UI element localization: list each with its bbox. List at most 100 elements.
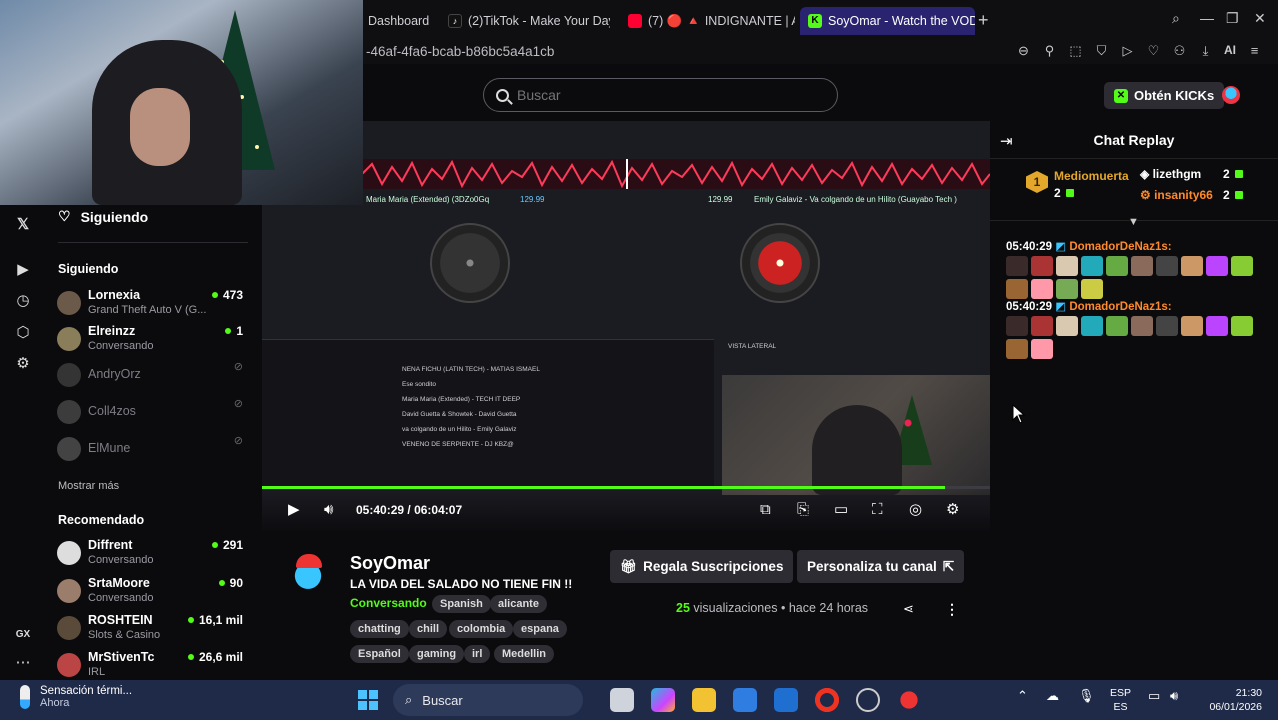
video-player[interactable]: Maria Maria (Extended) (3DZo0Gq 129.99 1…: [262, 121, 990, 531]
gifter-name[interactable]: ⚙ insanity66: [1140, 188, 1213, 202]
close-window-icon[interactable]: ✕: [1254, 10, 1266, 27]
tag-chip[interactable]: Español: [350, 645, 409, 663]
maximize-icon[interactable]: ❐: [1226, 10, 1239, 27]
gx-icon[interactable]: GX: [14, 626, 32, 644]
customize-channel-button[interactable]: Personaliza tu canal ⇱: [797, 550, 965, 583]
windows-taskbar: Sensación térmi... Ahora ⌕ Buscar ⌃ ☁ 🎙︎…: [0, 680, 1278, 720]
tab-tiktok[interactable]: ♪ (2)TikTok - Make Your Day: [440, 7, 610, 35]
viewer-count: 90: [218, 576, 243, 590]
message-username[interactable]: DomadorDeNaz1s:: [1069, 241, 1171, 253]
show-more-link[interactable]: Mostrar más: [58, 480, 119, 492]
tag-chip[interactable]: colombia: [449, 620, 514, 638]
share-icon[interactable]: ⋖: [903, 601, 914, 617]
pip-icon[interactable]: ⧉: [760, 501, 771, 519]
theater-mode-icon[interactable]: ▭: [834, 501, 848, 519]
tab-youtube[interactable]: (7) 🔴 🔺 INDIGNANTE | A: [620, 7, 795, 35]
sidebar-channel-andryorz[interactable]: AndryOrz ⊘: [57, 360, 247, 392]
tag-chip[interactable]: Spanish: [432, 595, 491, 613]
clock[interactable]: 21:30 06/01/2026: [1200, 686, 1262, 714]
heart-icon[interactable]: ♡: [1146, 43, 1161, 58]
tag-chip[interactable]: Medellin: [494, 645, 555, 663]
play-icon[interactable]: ▶: [288, 501, 300, 519]
sidebar-channel-elreinzz[interactable]: Elreinzz Conversando 1: [57, 324, 247, 356]
streamer-avatar[interactable]: [290, 554, 326, 592]
app-icon[interactable]: [856, 688, 880, 712]
stream-category[interactable]: Conversando: [350, 596, 427, 610]
gifter-name[interactable]: ◈ lizethgm: [1140, 167, 1201, 181]
tag-chip[interactable]: alicante: [490, 595, 547, 613]
channel-name: SrtaMoore: [88, 576, 150, 590]
more-options-icon[interactable]: ⋮: [945, 601, 959, 618]
message-username[interactable]: DomadorDeNaz1s:: [1069, 301, 1171, 313]
ai-button[interactable]: AI: [1224, 43, 1236, 58]
search-input[interactable]: [517, 87, 807, 103]
new-tab-button[interactable]: +: [978, 10, 989, 31]
tag-chip[interactable]: chill: [409, 620, 448, 638]
onedrive-icon[interactable]: ☁: [1046, 688, 1059, 704]
tag-chip[interactable]: irl: [464, 645, 491, 663]
tab-kick-active[interactable]: K SoyOmar - Watch the VOD ✕: [800, 7, 975, 35]
zoom-out-icon[interactable]: ⊖: [1016, 43, 1031, 58]
network-icon[interactable]: ▭: [1148, 688, 1160, 704]
kick-page: ✕ Obtén KICKs 𝕏 ▶ ◷ ⬡ ⚙ GX ⋯ ♡ Siguiendo…: [0, 0, 1278, 682]
chat-message[interactable]: 05:40:29 ◩ DomadorDeNaz1s:: [1006, 239, 1268, 299]
store-icon[interactable]: [733, 688, 757, 712]
sidebar-channel-mrstiventc[interactable]: MrStivenTc IRL 26,6 mil: [57, 650, 247, 682]
outlook-icon[interactable]: [774, 688, 798, 712]
menu-icon[interactable]: ≡: [1247, 43, 1262, 58]
minimize-icon[interactable]: —: [1200, 10, 1214, 26]
tag-chip[interactable]: espana: [513, 620, 567, 638]
fullscreen-icon[interactable]: ⛶: [872, 501, 883, 519]
url-text[interactable]: -46af-4fa6-bcab-b86bc5a4a1cb: [366, 44, 554, 59]
sidebar-channel-diffrent[interactable]: Diffrent Conversando 291: [57, 538, 247, 570]
search-tabs-icon[interactable]: ⌕: [1172, 10, 1180, 27]
volume-icon[interactable]: 🔊︎: [324, 501, 333, 519]
opera-gx-icon[interactable]: [815, 688, 839, 712]
speed-icon[interactable]: ◎: [909, 501, 922, 519]
language-indicator[interactable]: ESP ES: [1110, 686, 1131, 714]
get-kicks-button[interactable]: ✕ Obtén KICKs: [1104, 82, 1225, 109]
shield-icon[interactable]: ⛉: [1094, 43, 1109, 58]
play-icon[interactable]: ▷: [1120, 43, 1135, 58]
profile-icon[interactable]: ⚇: [1172, 43, 1187, 58]
more-icon[interactable]: ⋯: [14, 654, 32, 672]
chevron-up-icon[interactable]: ⌃: [1017, 688, 1028, 704]
streamer-name[interactable]: SoyOmar: [350, 553, 430, 574]
x-logo-icon[interactable]: 𝕏: [14, 216, 32, 234]
taskbar-search[interactable]: ⌕ Buscar: [393, 684, 583, 716]
pin-icon[interactable]: ⚲: [1042, 43, 1057, 58]
clip-icon[interactable]: ⎘: [797, 501, 809, 519]
live-dot-icon: [211, 292, 218, 298]
settings-icon[interactable]: ⚙: [946, 501, 959, 519]
volume-icon[interactable]: 🔊︎: [1170, 688, 1178, 704]
snapshot-icon[interactable]: ⬚: [1068, 43, 1083, 58]
download-icon[interactable]: ⤓: [1198, 43, 1213, 58]
tag-chip[interactable]: chatting: [350, 620, 409, 638]
opera-icon[interactable]: [897, 688, 921, 712]
gifter-name[interactable]: Mediomuerta: [1054, 169, 1129, 183]
history-icon[interactable]: ◷: [14, 292, 32, 310]
tag-chip[interactable]: gaming: [409, 645, 465, 663]
sidebar-channel-lornexia[interactable]: Lornexia Grand Theft Auto V (G... 473: [57, 288, 247, 320]
extensions-icon[interactable]: ⬡: [14, 324, 32, 342]
file-explorer-icon[interactable]: [692, 688, 716, 712]
copilot-icon[interactable]: [651, 688, 675, 712]
sidebar-channel-srtamoore[interactable]: SrtaMoore Conversando 90: [57, 576, 247, 608]
stream-title: LA VIDA DEL SALADO NO TIENE FIN !!: [350, 577, 573, 591]
settings-icon[interactable]: ⚙: [14, 355, 32, 373]
tab-dashboard[interactable]: Dashboard: [360, 7, 440, 35]
weather-widget[interactable]: Sensación térmi... Ahora: [20, 685, 132, 709]
following-header[interactable]: ♡ Siguiendo: [58, 208, 148, 225]
start-button[interactable]: [358, 690, 378, 710]
task-view-icon[interactable]: [610, 688, 634, 712]
search-bar[interactable]: [483, 78, 838, 112]
player-icon[interactable]: ▶: [14, 261, 32, 279]
sidebar-channel-roshtein[interactable]: ROSHTEIN Slots & Casino 16,1 mil: [57, 613, 247, 645]
sidebar-channel-coll4zos[interactable]: Coll4zos ⊘: [57, 397, 247, 429]
expand-gifters-icon[interactable]: ▼: [1128, 216, 1139, 228]
microphone-icon[interactable]: 🎙︎: [1078, 688, 1095, 704]
gift-subs-button[interactable]: 🎁︎ Regala Suscripciones: [610, 550, 794, 583]
chat-message[interactable]: 05:40:29 ◩ DomadorDeNaz1s:: [1006, 299, 1268, 359]
user-avatar[interactable]: [1222, 86, 1240, 104]
sidebar-channel-elmune[interactable]: ElMune ⊘: [57, 434, 247, 466]
